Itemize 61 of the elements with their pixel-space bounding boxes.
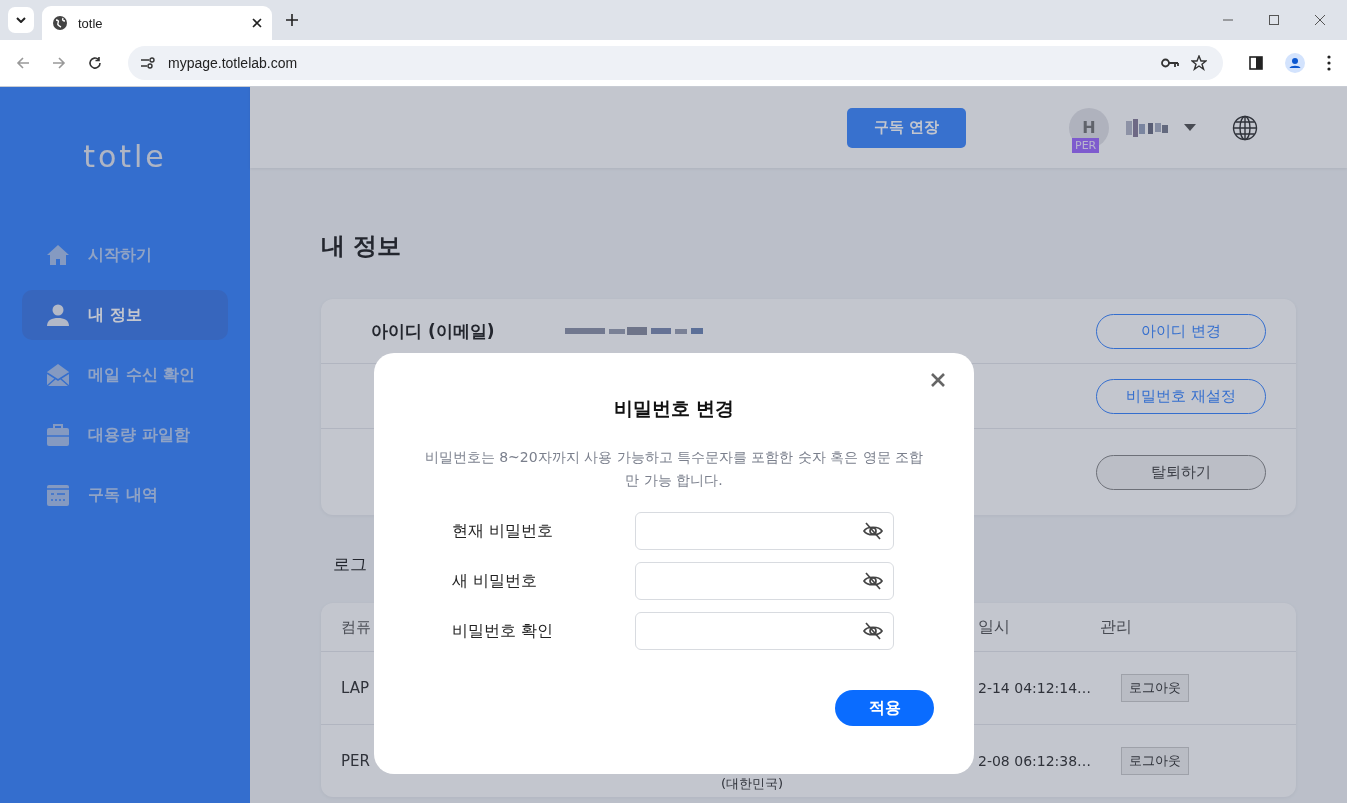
subscribe-button[interactable]: 구독 연장 (847, 107, 966, 148)
action-button[interactable]: 비밀번호 재설정 (1096, 378, 1266, 414)
key-icon[interactable] (1161, 58, 1179, 68)
sidebar-item[interactable]: 대용량 파일함 (22, 410, 228, 460)
maximize-icon[interactable] (1269, 15, 1279, 25)
column-header: 일시 (978, 616, 1011, 638)
password-field[interactable] (635, 612, 894, 650)
table-cell-text: 2-08 06:12:38… (978, 753, 1093, 769)
sidebar-item[interactable]: 구독 내역 (22, 470, 228, 520)
dialog-description: 비밀번호는 8~20자까지 사용 가능하고 특수문자를 포함한 숫자 혹은 영문 조합 만 가능 합니다. (423, 448, 925, 490)
address-bar[interactable]: mypage.totlelab.com (128, 46, 1223, 80)
chevron-down-icon (16, 17, 26, 23)
card-icon (46, 483, 70, 507)
reload-icon[interactable] (88, 56, 102, 70)
table-cell-text: (대한민국) (721, 775, 785, 793)
apply-button[interactable]: 적용 (835, 690, 934, 726)
field-label: 아이디 (이메일) (371, 319, 496, 343)
page-title: 내 정보 (321, 231, 403, 262)
profile-icon[interactable] (1285, 53, 1305, 73)
tab-menu-button[interactable] (8, 7, 34, 33)
logo[interactable]: totle (0, 139, 250, 174)
eye-slash-icon[interactable] (863, 522, 883, 540)
browser-tab[interactable]: totle (42, 6, 272, 40)
back-icon[interactable] (16, 56, 30, 70)
house-icon (46, 243, 70, 267)
globe-icon[interactable] (1232, 114, 1258, 141)
section-title: 로그 (333, 553, 368, 576)
person-icon (46, 303, 70, 327)
action-button[interactable]: 탈퇴하기 (1096, 454, 1266, 490)
sidebar-item[interactable]: 내 정보 (22, 290, 228, 340)
field-label: 새 비밀번호 (452, 570, 539, 592)
column-header: 관리 (1100, 616, 1133, 638)
logout-button[interactable]: 로그아웃 (1121, 674, 1189, 702)
password-field[interactable] (635, 562, 894, 600)
table-cell-text: 2-14 04:12:14… (978, 680, 1093, 696)
dialog-title: 비밀번호 변경 (613, 396, 735, 421)
briefcase-icon (46, 423, 70, 447)
star-icon[interactable] (1191, 55, 1207, 71)
eye-slash-icon[interactable] (863, 572, 883, 590)
action-button[interactable]: 아이디 변경 (1096, 313, 1266, 349)
field-label: 비밀번호 확인 (452, 620, 555, 642)
logout-button[interactable]: 로그아웃 (1121, 747, 1189, 775)
caret-icon[interactable] (1184, 124, 1196, 131)
close-icon[interactable] (252, 18, 262, 28)
forward-icon[interactable] (52, 56, 66, 70)
site-settings-icon[interactable] (140, 57, 156, 69)
new-tab-icon[interactable] (286, 14, 298, 26)
password-field[interactable] (635, 512, 894, 550)
table-cell: PER (341, 752, 370, 770)
more-icon[interactable] (1327, 55, 1331, 71)
eye-slash-icon[interactable] (863, 622, 883, 640)
globe-icon (52, 15, 68, 31)
table-cell: LAP (341, 679, 369, 697)
tab-title: totle (78, 15, 104, 31)
sidebar-item[interactable]: 시작하기 (22, 230, 228, 280)
sidebar-item[interactable]: 메일 수신 확인 (22, 350, 228, 400)
side-panel-icon[interactable] (1249, 56, 1263, 70)
field-label: 현재 비밀번호 (452, 520, 555, 542)
envelope-icon (46, 363, 70, 387)
pixelated-name (1126, 118, 1170, 137)
column-header: 컴퓨 (341, 617, 371, 637)
